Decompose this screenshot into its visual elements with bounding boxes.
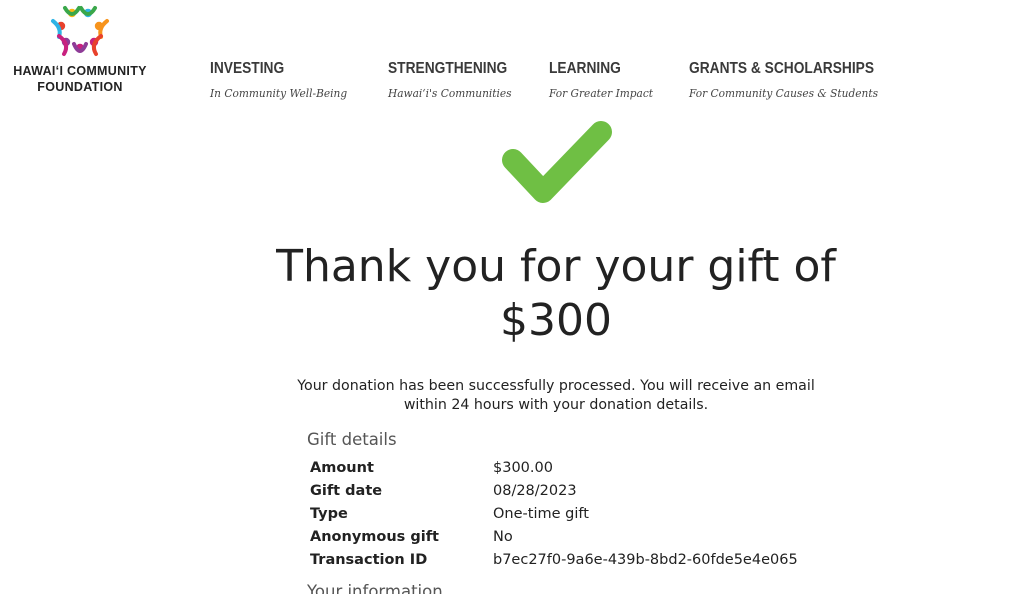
transaction-id-label: Transaction ID <box>310 551 428 568</box>
foundation-name: HAWAIʻI COMMUNITY FOUNDATION <box>6 63 154 95</box>
gift-date-value: 08/28/2023 <box>493 482 577 499</box>
foundation-name-line2: FOUNDATION <box>37 80 123 94</box>
foundation-name-line1: HAWAIʻI COMMUNITY <box>13 64 147 78</box>
type-label: Type <box>310 505 348 522</box>
page: HAWAIʻI COMMUNITY FOUNDATION INVESTING I… <box>0 0 1024 594</box>
gift-details-table: Amount $300.00 Gift date 08/28/2023 Type… <box>310 456 870 571</box>
confirmation-message-line2: within 24 hours with your donation detai… <box>403 397 709 413</box>
nav-title-strengthening: STRENGTHENING <box>388 60 508 77</box>
nav-item-grants-scholarships[interactable]: GRANTS & SCHOLARSHIPS For Community Caus… <box>689 58 904 100</box>
anonymous-gift-value: No <box>493 528 513 545</box>
thank-you-heading: Thank you for your gift of $300 <box>200 240 912 348</box>
amount-label: Amount <box>310 459 374 476</box>
nav-title-learning: LEARNING <box>549 60 621 77</box>
nav-subtitle-learning: For Greater Impact <box>549 86 654 100</box>
thank-you-heading-line1: Thank you for your gift of <box>276 241 836 292</box>
table-row: Transaction ID b7ec27f0-9a6e-439b-8bd2-6… <box>310 548 870 571</box>
nav-title-investing: INVESTING <box>210 60 285 77</box>
transaction-id-value: b7ec27f0-9a6e-439b-8bd2-60fde5e4e065 <box>493 551 798 568</box>
table-row: Gift date 08/28/2023 <box>310 479 870 502</box>
nav-item-learning[interactable]: LEARNING For Greater Impact <box>549 58 662 100</box>
nav-title-grants-scholarships: GRANTS & SCHOLARSHIPS <box>689 60 875 77</box>
nav-subtitle-grants-scholarships: For Community Causes & Students <box>689 86 879 100</box>
type-value: One-time gift <box>493 505 589 522</box>
nav-item-strengthening[interactable]: STRENGTHENING Hawaiʻi's Communities <box>388 58 527 100</box>
foundation-logo[interactable]: HAWAIʻI COMMUNITY FOUNDATION <box>6 4 154 100</box>
gift-amount-heading: $300 <box>500 295 612 346</box>
nav-subtitle-investing: In Community Well-Being <box>210 86 348 100</box>
your-information-title: Your information <box>307 582 443 594</box>
anonymous-gift-label: Anonymous gift <box>310 528 439 545</box>
logo-figures-icon <box>51 6 109 56</box>
gift-date-label: Gift date <box>310 482 383 499</box>
amount-value: $300.00 <box>493 459 553 476</box>
checkmark-icon <box>502 121 612 203</box>
nav-subtitle-strengthening: Hawaiʻi's Communities <box>388 86 512 100</box>
confirmation-message-line1: Your donation has been successfully proc… <box>297 378 815 394</box>
gift-details-title: Gift details <box>307 430 397 449</box>
nav-item-investing[interactable]: INVESTING In Community Well-Being <box>210 58 359 100</box>
table-row: Anonymous gift No <box>310 525 870 548</box>
table-row: Type One-time gift <box>310 502 870 525</box>
table-row: Amount $300.00 <box>310 456 870 479</box>
confirmation-message: Your donation has been successfully proc… <box>296 377 816 415</box>
